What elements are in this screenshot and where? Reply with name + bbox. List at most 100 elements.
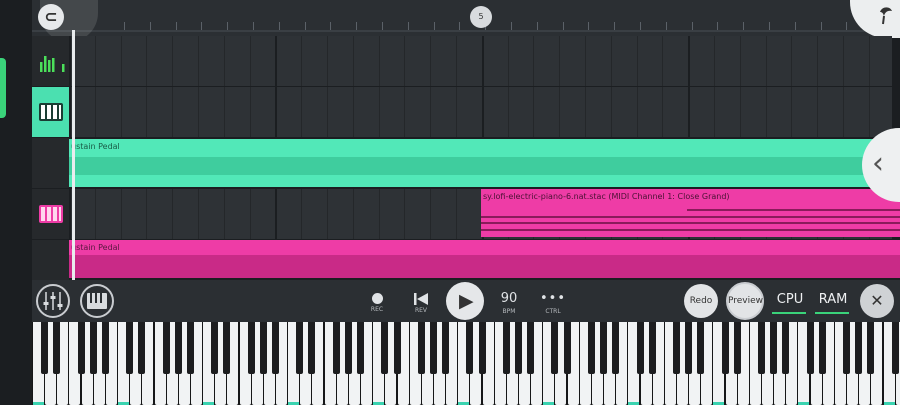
black-key[interactable] bbox=[138, 322, 146, 374]
black-key[interactable] bbox=[101, 322, 109, 374]
clip-sustain-pedal-2[interactable]: ustain Pedal bbox=[69, 240, 900, 278]
midi-note bbox=[687, 209, 900, 211]
grid-line bbox=[791, 36, 793, 86]
close-icon[interactable]: ✕ bbox=[860, 284, 894, 318]
black-key[interactable] bbox=[891, 322, 899, 374]
grid-line bbox=[198, 36, 199, 86]
black-key[interactable] bbox=[782, 322, 790, 374]
black-key[interactable] bbox=[672, 322, 680, 374]
black-key[interactable] bbox=[648, 322, 656, 374]
black-key[interactable] bbox=[867, 322, 875, 374]
track-head-automation[interactable] bbox=[32, 36, 69, 87]
black-key[interactable] bbox=[223, 322, 231, 374]
lane-1[interactable] bbox=[69, 36, 892, 87]
black-key[interactable] bbox=[211, 322, 219, 374]
black-key[interactable] bbox=[332, 322, 340, 374]
black-key[interactable] bbox=[381, 322, 389, 374]
black-key[interactable] bbox=[53, 322, 61, 374]
grid-line bbox=[404, 87, 406, 137]
mixer-sliders-icon bbox=[43, 292, 63, 310]
ruler-tick bbox=[278, 22, 280, 30]
black-key[interactable] bbox=[442, 322, 450, 374]
grid-line bbox=[868, 87, 870, 137]
track-head-piano-2[interactable] bbox=[32, 189, 69, 240]
track-head-empty-1[interactable] bbox=[32, 138, 69, 189]
black-key[interactable] bbox=[466, 322, 474, 374]
black-key[interactable] bbox=[344, 322, 352, 374]
playhead[interactable] bbox=[72, 30, 75, 280]
redo-button[interactable]: Redo bbox=[684, 284, 718, 318]
black-key[interactable] bbox=[733, 322, 741, 374]
black-key[interactable] bbox=[357, 322, 365, 374]
magnet-snap-icon[interactable]: ⊂ bbox=[38, 4, 64, 30]
edge-handle[interactable] bbox=[0, 58, 6, 118]
black-key[interactable] bbox=[806, 322, 814, 374]
grid-line bbox=[275, 87, 278, 137]
rewind-label: REV bbox=[414, 307, 428, 314]
black-key[interactable] bbox=[247, 322, 255, 374]
black-key[interactable] bbox=[770, 322, 778, 374]
black-key[interactable] bbox=[429, 322, 437, 374]
fruit-logo-icon bbox=[880, 7, 892, 25]
black-key[interactable] bbox=[89, 322, 97, 374]
black-key[interactable] bbox=[551, 322, 559, 374]
preview-button[interactable]: Preview bbox=[726, 282, 764, 320]
black-key[interactable] bbox=[685, 322, 693, 374]
grid-line bbox=[791, 87, 793, 137]
grid-line bbox=[146, 36, 148, 86]
piano-roll-button[interactable] bbox=[80, 284, 114, 318]
black-key[interactable] bbox=[502, 322, 510, 374]
black-key[interactable] bbox=[272, 322, 279, 374]
black-key[interactable] bbox=[393, 322, 401, 374]
cpu-meter[interactable]: CPU bbox=[772, 292, 808, 307]
black-key[interactable] bbox=[818, 322, 826, 374]
black-key[interactable] bbox=[296, 322, 304, 374]
black-key[interactable] bbox=[417, 322, 425, 374]
black-key[interactable] bbox=[612, 322, 620, 374]
black-key[interactable] bbox=[162, 322, 170, 374]
black-key[interactable] bbox=[600, 322, 608, 374]
black-key[interactable] bbox=[721, 322, 729, 374]
grid-line bbox=[456, 87, 457, 137]
control-button[interactable]: ••• CTRL bbox=[538, 291, 568, 315]
lane-2[interactable] bbox=[69, 87, 892, 138]
grid-line bbox=[868, 36, 870, 86]
black-key[interactable] bbox=[636, 322, 644, 374]
track-head-piano-1[interactable] bbox=[32, 87, 69, 138]
black-key[interactable] bbox=[41, 322, 49, 374]
black-key[interactable] bbox=[186, 322, 194, 374]
clip-electric-piano[interactable]: sy.lofi-electric-piano-6.nat.stac (MIDI … bbox=[481, 189, 900, 237]
song-position-marker[interactable]: 5 bbox=[470, 6, 492, 28]
grid-line bbox=[146, 87, 148, 137]
rewind-button[interactable]: REV bbox=[408, 293, 434, 314]
black-key[interactable] bbox=[587, 322, 595, 374]
black-key[interactable] bbox=[527, 322, 535, 374]
ram-meter[interactable]: RAM bbox=[815, 292, 851, 307]
black-key[interactable] bbox=[126, 322, 134, 374]
black-key[interactable] bbox=[478, 322, 486, 374]
black-key[interactable] bbox=[855, 322, 863, 374]
black-key[interactable] bbox=[563, 322, 571, 374]
mixer-button[interactable] bbox=[36, 284, 70, 318]
black-key[interactable] bbox=[843, 322, 851, 374]
play-button[interactable]: ▶ bbox=[446, 282, 484, 320]
grid-line bbox=[223, 36, 225, 86]
black-key[interactable] bbox=[515, 322, 522, 374]
piano-keyboard[interactable] bbox=[32, 322, 900, 405]
black-key[interactable] bbox=[77, 322, 85, 374]
black-key[interactable] bbox=[174, 322, 182, 374]
grid-line bbox=[94, 189, 96, 239]
record-button[interactable]: REC bbox=[364, 293, 390, 313]
black-key[interactable] bbox=[308, 322, 316, 374]
black-key[interactable] bbox=[697, 322, 705, 374]
grid-line bbox=[817, 36, 819, 86]
tempo-button[interactable]: 90 BPM bbox=[494, 291, 524, 315]
grid-line bbox=[662, 87, 664, 137]
timeline-ruler[interactable] bbox=[32, 0, 900, 36]
clip-sustain-pedal-1[interactable]: ustain Pedal bbox=[69, 139, 900, 187]
black-key[interactable] bbox=[259, 322, 267, 374]
track-head-empty-2[interactable] bbox=[32, 240, 69, 281]
grid-line bbox=[610, 87, 612, 137]
black-key[interactable] bbox=[758, 322, 765, 374]
ruler-tick bbox=[691, 22, 693, 30]
